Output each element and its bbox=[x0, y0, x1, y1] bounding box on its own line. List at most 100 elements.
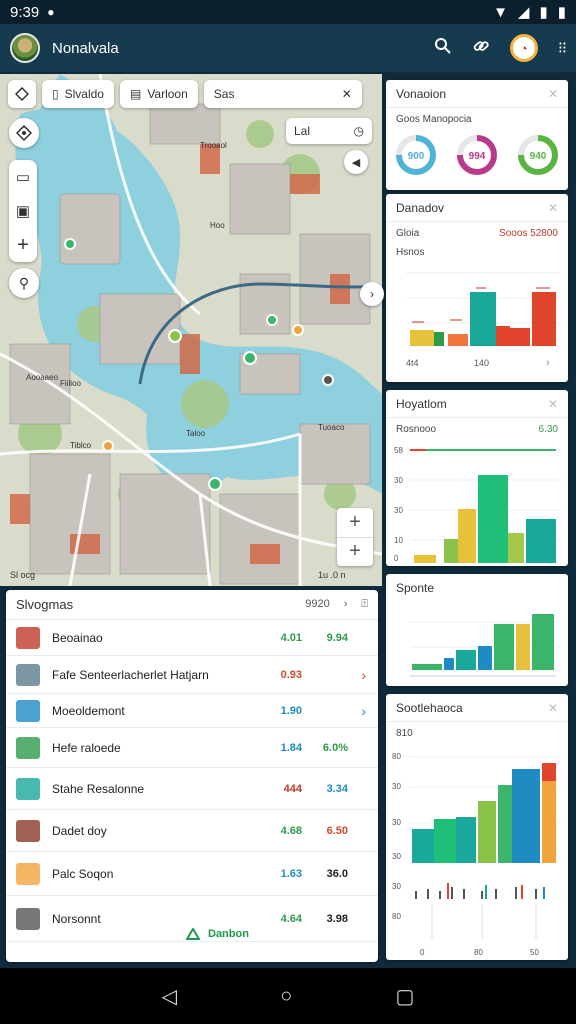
more-icon[interactable]: ⁝⁝ bbox=[558, 38, 567, 58]
triangle-icon bbox=[186, 928, 200, 940]
chart-4: 80 30 30 30 30 80 0 80 50 bbox=[392, 752, 561, 957]
list-item[interactable]: Fafe Senteerlacherlet Hatjarn 0.93 › bbox=[6, 656, 378, 694]
notification-icon: ● bbox=[47, 5, 55, 19]
x-tick: 0 bbox=[420, 948, 425, 957]
walk-button[interactable]: ⚲ bbox=[9, 268, 39, 298]
layers-icon[interactable]: ▭ bbox=[9, 160, 37, 194]
map-tools: ▭ ▣ + bbox=[9, 160, 37, 262]
card-chart-3-title: Sponte bbox=[396, 581, 435, 595]
card-overview[interactable]: Vonaoion ✕ Goos Manopocia 900 994 940 bbox=[386, 80, 568, 190]
compass-button[interactable] bbox=[9, 118, 39, 148]
list-item[interactable]: Moeoldemont 1.90 › bbox=[6, 694, 378, 728]
list-item-value: 4.64 bbox=[280, 912, 302, 925]
map-toolbar: ▯ Slvaldo ▤ Varloon Sas ✕ bbox=[8, 80, 362, 108]
map-view[interactable]: Trooaol Hoo Aooaaeo Taloo Tuoaco Tiblco … bbox=[0, 74, 382, 586]
bar bbox=[478, 801, 496, 863]
card-chart-2[interactable]: Hoyatlom ✕ Rosnooo 6.30 58 30 30 10 0 bbox=[386, 390, 568, 566]
list-item[interactable]: Stahe Resalonne 444 3.34 bbox=[6, 768, 378, 810]
chevron-right-icon[interactable]: › bbox=[348, 667, 366, 683]
filter-chip-1-label: Slvaldo bbox=[64, 87, 104, 101]
list-item-value: 0.93 bbox=[280, 668, 302, 681]
bar bbox=[494, 624, 514, 670]
map-label: Tuoaco bbox=[318, 423, 345, 432]
share-icon[interactable]: ⍐ bbox=[361, 598, 368, 611]
search-icon[interactable] bbox=[434, 37, 452, 60]
card-overview-subtitle: Goos Manopocia bbox=[396, 114, 472, 125]
map-attribution: 1u .0 n bbox=[318, 570, 346, 580]
avatar[interactable]: ◔ bbox=[509, 34, 538, 62]
pin-icon: ▯ bbox=[52, 87, 59, 101]
zoom-out-button[interactable]: + bbox=[337, 538, 373, 567]
y-tick: 10 bbox=[394, 536, 403, 545]
results-panel: Slvogmas 9920 › ⍐ Beoainao 4.01 9.94 Faf… bbox=[6, 590, 378, 962]
filter-chip-2-label: Varloon bbox=[147, 87, 188, 101]
list-item-name: Stahe Resalonne bbox=[52, 781, 145, 796]
locate-button[interactable] bbox=[8, 80, 36, 108]
back-icon[interactable]: ◁ bbox=[162, 984, 177, 1009]
list-item-icon bbox=[16, 663, 40, 686]
bar bbox=[542, 763, 556, 781]
app-logo[interactable] bbox=[10, 33, 40, 63]
bar bbox=[510, 328, 530, 346]
walk-icon: ⚲ bbox=[18, 274, 30, 291]
close-icon[interactable]: ✕ bbox=[342, 87, 352, 101]
zoom-control: + + bbox=[337, 508, 373, 566]
bar bbox=[526, 519, 556, 563]
map-label: Aooaaeo bbox=[26, 373, 59, 382]
map-label: Hoo bbox=[210, 221, 225, 230]
bar bbox=[456, 650, 476, 670]
recents-icon[interactable]: ▢ bbox=[395, 984, 414, 1009]
bar bbox=[456, 817, 476, 863]
close-icon[interactable]: ✕ bbox=[548, 201, 558, 215]
expand-button[interactable]: › bbox=[360, 282, 384, 306]
bar bbox=[496, 326, 510, 346]
card-chart-1[interactable]: Danadov ✕ Gloia Sooos 52800 Hsnos 4t4 140 … bbox=[386, 194, 568, 382]
donut-chart: 994 bbox=[455, 133, 499, 182]
list-item-name: Hefe raloede bbox=[52, 740, 121, 755]
home-icon[interactable]: ○ bbox=[280, 985, 292, 1008]
map-label: Taloo bbox=[186, 429, 206, 438]
card-chart-1-title: Danadov bbox=[396, 200, 445, 215]
chevron-right-icon[interactable]: › bbox=[348, 703, 366, 719]
list-item-icon bbox=[16, 862, 40, 885]
chevron-right-icon[interactable]: › bbox=[344, 598, 348, 611]
list-item-value-2: 36.0 bbox=[326, 867, 348, 880]
card-chart-4-s1: 810 bbox=[396, 728, 413, 739]
list-item-icon bbox=[16, 626, 40, 649]
list-item-name: Palc Soqon bbox=[52, 866, 114, 881]
nav-button[interactable]: ◀ bbox=[344, 150, 368, 174]
y-tick: 0 bbox=[394, 554, 399, 563]
zoom-in-button[interactable]: + bbox=[337, 508, 373, 538]
add-icon[interactable]: + bbox=[9, 228, 37, 262]
close-icon[interactable]: ✕ bbox=[548, 701, 558, 715]
card-chart-2-s2: 6.30 bbox=[538, 424, 558, 435]
filter-chip-2[interactable]: ▤ Varloon bbox=[119, 80, 198, 108]
x-tick: 140 bbox=[474, 358, 489, 368]
filter-chip-1[interactable]: ▯ Slvaldo bbox=[42, 80, 114, 108]
list-item[interactable]: Dadet doy 4.68 6.50 bbox=[6, 810, 378, 852]
results-footer[interactable]: Danbon bbox=[186, 928, 249, 940]
x-tick: 50 bbox=[530, 948, 539, 957]
list-item-value: 1.90 bbox=[280, 704, 302, 717]
layer-selector[interactable]: Lal ◷ bbox=[286, 118, 372, 144]
bar bbox=[478, 646, 492, 670]
list-item[interactable]: Hefe raloede 1.84 6.0% bbox=[6, 728, 378, 768]
bar bbox=[516, 624, 530, 670]
y-tick: 80 bbox=[392, 912, 401, 921]
chevron-right-icon[interactable]: › bbox=[546, 357, 550, 369]
map-search-input[interactable]: Sas ✕ bbox=[203, 80, 362, 108]
bar bbox=[508, 533, 524, 563]
close-icon[interactable]: ✕ bbox=[548, 87, 558, 101]
bookmark-icon[interactable]: ▣ bbox=[9, 194, 37, 228]
map-search-text: Sas bbox=[213, 87, 235, 101]
close-icon[interactable]: ✕ bbox=[548, 397, 558, 411]
list-item[interactable]: Beoainao 4.01 9.94 bbox=[6, 620, 378, 656]
card-chart-3[interactable]: Sponte bbox=[386, 574, 568, 686]
battery-icon-2: ▮ bbox=[557, 4, 566, 21]
list-item[interactable]: Palc Soqon 1.63 36.0 bbox=[6, 852, 378, 896]
link-icon[interactable] bbox=[472, 37, 490, 60]
bar bbox=[498, 785, 512, 863]
card-chart-4[interactable]: Sootlehaoca ✕ 810 80 30 30 30 30 80 0 80 … bbox=[386, 694, 568, 960]
bar bbox=[414, 555, 436, 563]
bar bbox=[444, 539, 458, 563]
